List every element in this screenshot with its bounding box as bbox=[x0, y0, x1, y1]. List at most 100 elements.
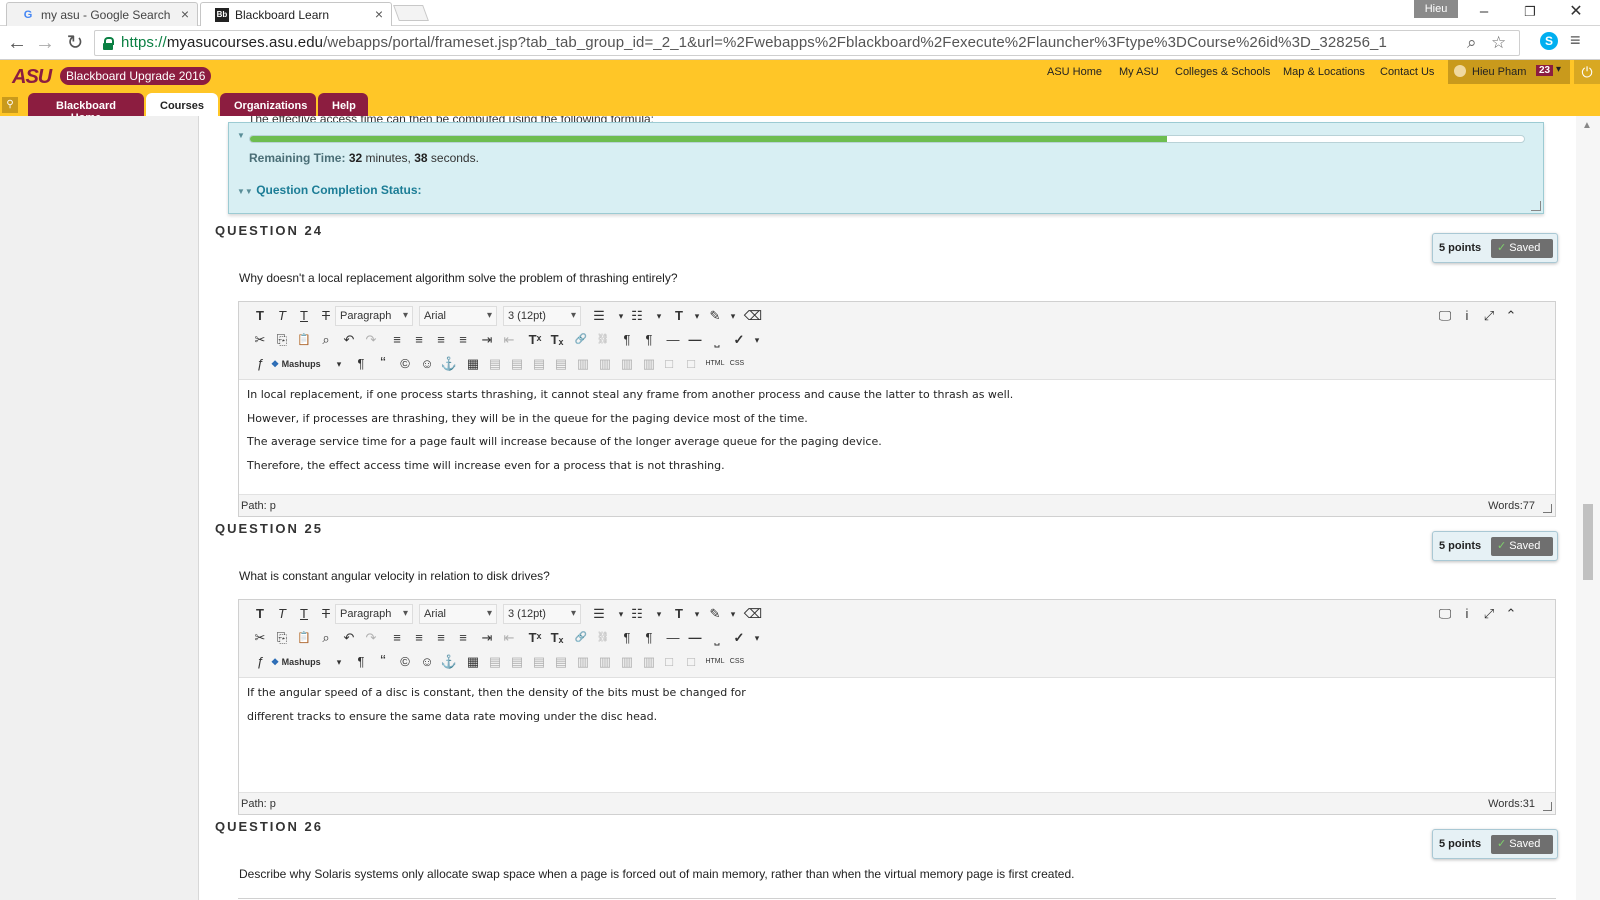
resize-grip-icon[interactable] bbox=[1543, 802, 1552, 811]
mashups-menu[interactable]: ❖ Mashups bbox=[271, 354, 321, 374]
chevron-down-icon[interactable]: ▾ bbox=[747, 628, 767, 648]
split-cell-icon[interactable]: ▥ bbox=[617, 652, 637, 672]
restore-icon[interactable]: ❐ bbox=[1510, 2, 1550, 22]
subscript-icon[interactable]: Tₓ bbox=[547, 628, 567, 648]
cut-icon[interactable]: ✂ bbox=[250, 628, 270, 648]
delete-row-icon[interactable]: ▤ bbox=[551, 354, 571, 374]
underline-icon[interactable]: T bbox=[294, 306, 314, 326]
merge-cell-icon[interactable]: ▥ bbox=[639, 652, 659, 672]
back-arrow-icon[interactable]: ← bbox=[4, 30, 30, 56]
blockquote-icon[interactable]: “ bbox=[373, 354, 393, 374]
align-center-icon[interactable]: ≡ bbox=[409, 330, 429, 350]
paste-icon[interactable]: 📋 bbox=[294, 628, 314, 648]
resize-grip-icon[interactable] bbox=[1531, 201, 1541, 211]
spellcheck-icon[interactable]: ✓ bbox=[729, 628, 749, 648]
html-icon[interactable]: HTML bbox=[705, 354, 725, 374]
forward-arrow-icon[interactable]: → bbox=[32, 30, 58, 56]
css-icon[interactable]: CSS bbox=[727, 354, 747, 374]
redo-icon[interactable]: ↷ bbox=[361, 628, 381, 648]
logout-power-icon[interactable]: ⏻ bbox=[1574, 60, 1600, 84]
close-tab-icon[interactable]: × bbox=[181, 6, 189, 22]
undo-icon[interactable]: ↶ bbox=[339, 628, 359, 648]
bold-icon[interactable]: T bbox=[250, 604, 270, 624]
tab-organizations[interactable]: Organizations bbox=[220, 93, 316, 116]
unlink-icon[interactable]: ⛓ bbox=[593, 628, 613, 648]
font-size-select[interactable]: 3 (12pt) bbox=[503, 306, 581, 326]
tab-courses[interactable]: Courses bbox=[146, 93, 218, 116]
browser-profile-badge[interactable]: Hieu bbox=[1414, 0, 1458, 18]
font-select[interactable]: Arial bbox=[419, 306, 497, 326]
align-right-icon[interactable]: ≡ bbox=[431, 628, 451, 648]
numbered-list-icon[interactable]: ☷ bbox=[627, 604, 647, 624]
table-row-icon[interactable]: ▤ bbox=[485, 354, 505, 374]
chevron-down-icon[interactable]: ▾ bbox=[329, 354, 349, 374]
italic-icon[interactable]: T bbox=[272, 306, 292, 326]
chevron-down-icon[interactable]: ▾ bbox=[687, 306, 707, 326]
table-row-icon[interactable]: ▤ bbox=[485, 652, 505, 672]
preview-icon[interactable]: 🖵 bbox=[1435, 604, 1455, 624]
split-cell-icon[interactable]: ▥ bbox=[617, 354, 637, 374]
rtl-icon[interactable]: ¶ bbox=[639, 330, 659, 350]
underline-icon[interactable]: T bbox=[294, 604, 314, 624]
fullscreen-icon[interactable]: ⤢ bbox=[1479, 306, 1499, 326]
close-window-icon[interactable]: ✕ bbox=[1556, 2, 1596, 22]
table-cell-icon[interactable]: ▤ bbox=[507, 354, 527, 374]
bullet-list-icon[interactable]: ☰ bbox=[589, 306, 609, 326]
scroll-thumb[interactable] bbox=[1583, 504, 1593, 580]
ltr-icon[interactable]: ¶ bbox=[617, 628, 637, 648]
justify-icon[interactable]: ≡ bbox=[453, 330, 473, 350]
math-formula-icon[interactable]: ƒ bbox=[250, 354, 270, 374]
editor-body[interactable]: If the angular speed of a disc is consta… bbox=[239, 678, 1555, 731]
blockquote-icon[interactable]: “ bbox=[373, 652, 393, 672]
tab-blackboard-home[interactable]: Blackboard Home bbox=[28, 93, 144, 124]
chevron-down-icon[interactable]: ▾ bbox=[723, 306, 743, 326]
undo-icon[interactable]: ↶ bbox=[339, 330, 359, 350]
asu-logo[interactable]: ASU bbox=[12, 66, 52, 89]
nonbreaking-space-icon[interactable]: ⎵ bbox=[707, 628, 727, 648]
link-colleges-schools[interactable]: Colleges & Schools bbox=[1175, 66, 1270, 78]
align-left-icon[interactable]: ≡ bbox=[387, 330, 407, 350]
skype-icon[interactable]: S bbox=[1540, 32, 1558, 50]
strikethrough-icon[interactable]: T bbox=[316, 604, 336, 624]
delete-column-icon[interactable]: ▥ bbox=[595, 652, 615, 672]
table-icon[interactable]: ▦ bbox=[463, 354, 483, 374]
align-right-icon[interactable]: ≡ bbox=[431, 330, 451, 350]
horizontal-rule-icon[interactable]: — bbox=[663, 330, 683, 350]
superscript-icon[interactable]: Tˣ bbox=[525, 628, 545, 648]
ltr-icon[interactable]: ¶ bbox=[617, 330, 637, 350]
copy-icon[interactable]: ⎘ bbox=[272, 628, 292, 648]
link-icon[interactable]: 🔗 bbox=[571, 330, 591, 350]
outdent-icon[interactable]: ⇤ bbox=[499, 330, 519, 350]
anchor-icon[interactable]: ⚓ bbox=[439, 652, 459, 672]
text-color-icon[interactable]: T bbox=[669, 604, 689, 624]
insert-row-icon[interactable]: ▤ bbox=[529, 652, 549, 672]
info-icon[interactable]: i bbox=[1457, 306, 1477, 326]
editor-body[interactable]: In local replacement, if one process sta… bbox=[239, 380, 1555, 480]
url-text[interactable]: https://myasucourses.asu.edu/webapps/por… bbox=[121, 34, 1387, 51]
text-color-icon[interactable]: T bbox=[669, 306, 689, 326]
horizontal-line-icon[interactable]: — bbox=[685, 628, 705, 648]
unlink-icon[interactable]: ⛓ bbox=[593, 330, 613, 350]
fullscreen-icon[interactable]: ⤢ bbox=[1479, 604, 1499, 624]
mashups-menu[interactable]: ❖ Mashups bbox=[271, 652, 321, 672]
align-left-icon[interactable]: ≡ bbox=[387, 628, 407, 648]
resize-grip-icon[interactable] bbox=[1543, 504, 1552, 513]
table-cell-icon[interactable]: ▤ bbox=[507, 652, 527, 672]
find-icon[interactable]: ⌕ bbox=[316, 628, 336, 648]
tab-help[interactable]: Help bbox=[318, 93, 368, 116]
scroll-up-arrow-icon[interactable]: ▲ bbox=[1582, 120, 1592, 131]
link-my-asu[interactable]: My ASU bbox=[1119, 66, 1159, 78]
rtl-icon[interactable]: ¶ bbox=[639, 628, 659, 648]
horizontal-line-icon[interactable]: — bbox=[685, 330, 705, 350]
info-icon[interactable]: i bbox=[1457, 604, 1477, 624]
indent-icon[interactable]: ⇥ bbox=[477, 628, 497, 648]
link-icon[interactable]: 🔗 bbox=[571, 628, 591, 648]
pilcrow-icon[interactable]: ¶ bbox=[351, 354, 371, 374]
bookmark-star-icon[interactable]: ☆ bbox=[1491, 33, 1506, 53]
new-tab-button[interactable] bbox=[393, 5, 429, 21]
anchor-icon[interactable]: ⚓ bbox=[439, 354, 459, 374]
paragraph-select[interactable]: Paragraph bbox=[335, 604, 413, 624]
table-props-icon[interactable]: □ bbox=[659, 652, 679, 672]
link-contact-us[interactable]: Contact Us bbox=[1380, 66, 1434, 78]
css-icon[interactable]: CSS bbox=[727, 652, 747, 672]
